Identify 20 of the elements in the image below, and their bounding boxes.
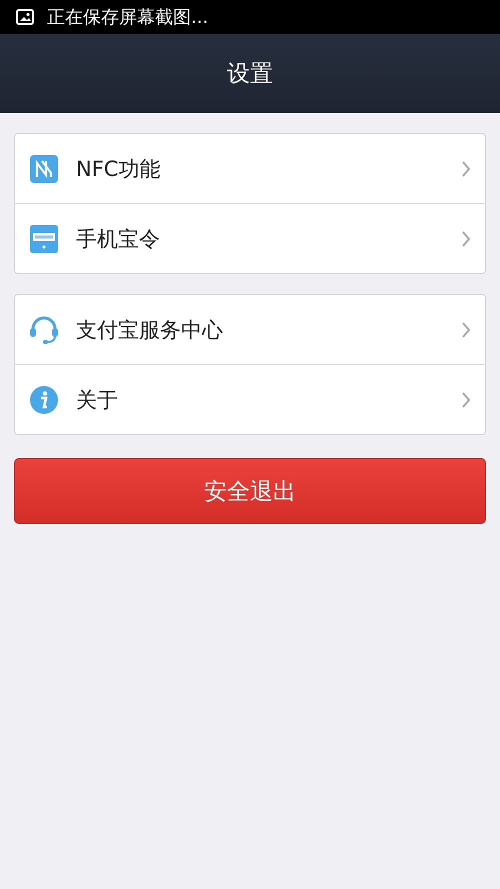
settings-row[interactable]: 手机宝令: [15, 203, 485, 273]
notification-text: 正在保存屏幕截图...: [47, 6, 208, 29]
chevron-right-icon: [461, 390, 471, 408]
logout-button[interactable]: 安全退出: [14, 458, 486, 524]
image-icon: [15, 7, 35, 27]
settings-row[interactable]: NFC功能: [15, 134, 485, 203]
row-label: 手机宝令: [76, 226, 161, 252]
row-label: 支付宝服务中心: [76, 316, 224, 344]
token-device-icon: [29, 224, 59, 254]
chevron-right-icon: [461, 320, 471, 338]
row-label: NFC功能: [76, 156, 162, 182]
settings-row[interactable]: 支付宝服务中心: [15, 295, 485, 364]
info-icon: [29, 384, 59, 414]
chevron-right-icon: [461, 160, 471, 178]
headset-icon: [29, 314, 59, 344]
row-label: 关于: [76, 386, 119, 414]
settings-row[interactable]: 关于: [15, 364, 485, 434]
page-title: 设置: [227, 60, 273, 89]
chevron-right-icon: [461, 230, 471, 248]
nfc-icon: [29, 154, 59, 184]
